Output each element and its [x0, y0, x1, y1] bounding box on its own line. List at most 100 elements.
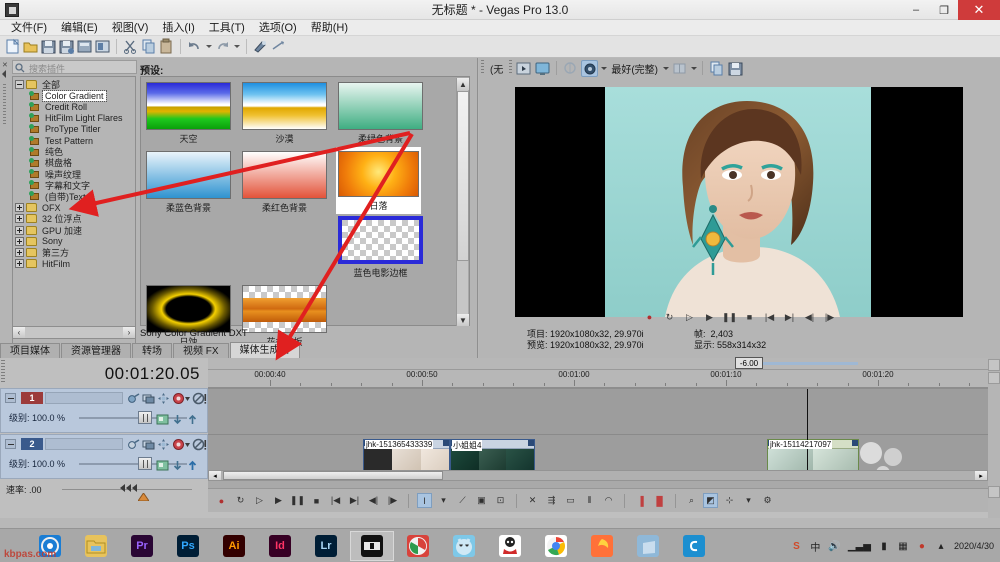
- taskbar-item-cleaner-app[interactable]: [442, 531, 486, 561]
- panel-grip[interactable]: ✕: [0, 58, 10, 334]
- new-project-icon[interactable]: [4, 38, 21, 55]
- split-screen-icon[interactable]: [671, 60, 688, 77]
- preset-item[interactable]: 柔绿色背景: [338, 82, 423, 145]
- copy-icon[interactable]: [140, 38, 157, 55]
- quality-caret-icon-2[interactable]: [661, 60, 670, 77]
- taskbar-item-notes-app[interactable]: [626, 531, 670, 561]
- copy-snapshot-icon[interactable]: [708, 60, 725, 77]
- preview-overlay-icon[interactable]: [562, 60, 579, 77]
- track-1-level-value[interactable]: 100.0 %: [32, 413, 65, 423]
- clip-handle-tr[interactable]: [443, 440, 449, 446]
- menu-item-2[interactable]: 视图(V): [105, 20, 156, 36]
- track-2-number[interactable]: 2: [21, 438, 43, 450]
- preset-scroll-up-icon[interactable]: ▲: [457, 78, 469, 90]
- track-2-level-value[interactable]: 100.0 %: [32, 459, 65, 469]
- record-button[interactable]: ●: [643, 311, 656, 324]
- track-2-level-knob[interactable]: [138, 457, 152, 470]
- pause-button[interactable]: ❚❚: [722, 311, 737, 324]
- insert-region-button[interactable]: ▐▌: [652, 493, 667, 508]
- show-hidden-icons[interactable]: ▴: [935, 541, 947, 552]
- stop-button[interactable]: ■: [743, 311, 756, 324]
- timeline-grip[interactable]: [1, 360, 5, 382]
- timeline-cursor[interactable]: [807, 389, 808, 481]
- dock-tab-0[interactable]: 项目媒体: [0, 343, 60, 358]
- clip-handle-tr[interactable]: [528, 440, 534, 446]
- maximize-button[interactable]: ❐: [930, 0, 958, 20]
- go-to-start-button[interactable]: |◀: [763, 311, 776, 324]
- timeline-settings-button[interactable]: ⚙: [760, 493, 775, 508]
- taskbar-item-vegas-pro-app[interactable]: [350, 531, 394, 561]
- taskbar-item-photoshop-app[interactable]: Ps: [166, 531, 210, 561]
- track-motion-icon[interactable]: [142, 438, 155, 451]
- track-motion-icon[interactable]: [142, 392, 155, 405]
- preset-item[interactable]: 蓝色电影边框: [338, 216, 423, 279]
- ime-tray-icon[interactable]: 中: [809, 539, 821, 554]
- save-as-icon[interactable]: [58, 38, 75, 55]
- play-from-start-button[interactable]: ▷: [252, 493, 267, 508]
- taskbar-item-media-player-app[interactable]: [396, 531, 440, 561]
- track-1-minimize-button[interactable]: [5, 393, 16, 403]
- tree-expander[interactable]: [15, 203, 24, 213]
- pause-button[interactable]: ❚❚: [290, 493, 305, 508]
- track-fx-icon[interactable]: [127, 438, 140, 451]
- tree-item-4[interactable]: ProType Titler: [13, 124, 135, 135]
- preview-video-area[interactable]: [479, 78, 1000, 326]
- timeline-scroll-left-icon[interactable]: ◂: [209, 471, 221, 480]
- selection-edit-tool-button[interactable]: ▣: [474, 493, 489, 508]
- paste-icon[interactable]: [158, 38, 175, 55]
- plugin-tree[interactable]: 全部 Color Gradient Credit Roll HitFilm Light…: [12, 76, 136, 386]
- go-to-start-button[interactable]: |◀: [328, 493, 343, 508]
- tree-item-14[interactable]: Sony: [13, 236, 135, 247]
- insert-marker-button[interactable]: ▐: [633, 493, 648, 508]
- play-button[interactable]: ▶: [703, 311, 716, 324]
- network-tray-icon[interactable]: ▦: [897, 541, 909, 552]
- taskbar-clock[interactable]: 2020/4/30: [954, 541, 994, 552]
- preview-panel-grip-2[interactable]: [507, 58, 514, 78]
- project-properties-icon[interactable]: [76, 38, 93, 55]
- tree-item-13[interactable]: GPU 加速: [13, 224, 135, 236]
- save-project-icon[interactable]: [40, 38, 57, 55]
- qq-tray-icon[interactable]: ●: [916, 541, 928, 552]
- track-2-composite-icon[interactable]: [156, 459, 169, 472]
- zoom-tool-button[interactable]: ⌕: [684, 493, 699, 508]
- loop-playback-button[interactable]: ↻: [233, 493, 248, 508]
- volume-tray-icon[interactable]: 🔊: [828, 541, 840, 552]
- dock-tab-4[interactable]: 媒体生成器: [229, 342, 300, 358]
- taskbar-item-firefox-app[interactable]: [580, 531, 624, 561]
- auto-ripple-button[interactable]: ⇶: [544, 493, 559, 508]
- track-1-composite-icon[interactable]: [156, 413, 169, 426]
- zoom-in-button[interactable]: [988, 486, 1000, 498]
- rate-slider-knob[interactable]: [118, 483, 140, 494]
- tree-item-16[interactable]: HitFilm: [13, 258, 135, 269]
- tree-item-2[interactable]: Credit Roll: [13, 101, 135, 112]
- track-2-name-field[interactable]: [45, 438, 123, 450]
- preset-item[interactable]: 柔蓝色背景: [146, 151, 231, 214]
- track-2-child-icon[interactable]: [171, 459, 184, 472]
- track-header-1[interactable]: 1 级别: 100.0 %: [0, 388, 208, 433]
- redo-dropdown-icon[interactable]: [232, 38, 241, 55]
- menu-item-3[interactable]: 插入(I): [155, 20, 201, 36]
- tree-expander[interactable]: [15, 247, 24, 257]
- tree-item-3[interactable]: HitFilm Light Flares: [13, 113, 135, 124]
- dock-tab-3[interactable]: 视频 FX: [173, 343, 229, 358]
- track-1-parent-icon[interactable]: [186, 413, 199, 426]
- timeline-ruler[interactable]: 00:00:40 00:00:50 00:01:00 00:01:10 00:01:20…: [208, 370, 1000, 388]
- loop-region-button[interactable]: ▭: [563, 493, 578, 508]
- preset-scroll-down-icon[interactable]: ▼: [457, 314, 469, 326]
- tree-expander[interactable]: [15, 80, 24, 90]
- ignore-event-grouping-button[interactable]: ⫴: [582, 493, 597, 508]
- automation-caret-icon[interactable]: [184, 438, 191, 451]
- quality-caret-icon[interactable]: [599, 60, 608, 77]
- automation-caret-icon[interactable]: [184, 392, 191, 405]
- tree-item-0[interactable]: 全部: [13, 79, 135, 90]
- marker-value[interactable]: -6.00: [735, 357, 763, 369]
- track-2-minimize-button[interactable]: [5, 439, 16, 449]
- zoom-out-full-button[interactable]: ◩: [703, 493, 718, 508]
- taskbar-item-lightroom-app[interactable]: Lr: [304, 531, 348, 561]
- tree-horizontal-scrollbar[interactable]: ‹ ›: [12, 326, 136, 339]
- taskbar-item-sogou-app[interactable]: [672, 531, 716, 561]
- taskbar-item-chrome-app[interactable]: [534, 531, 578, 561]
- tree-expander[interactable]: [15, 225, 24, 235]
- preset-item[interactable]: 沙漠: [242, 82, 327, 145]
- marker-bar[interactable]: -6.00: [208, 357, 988, 370]
